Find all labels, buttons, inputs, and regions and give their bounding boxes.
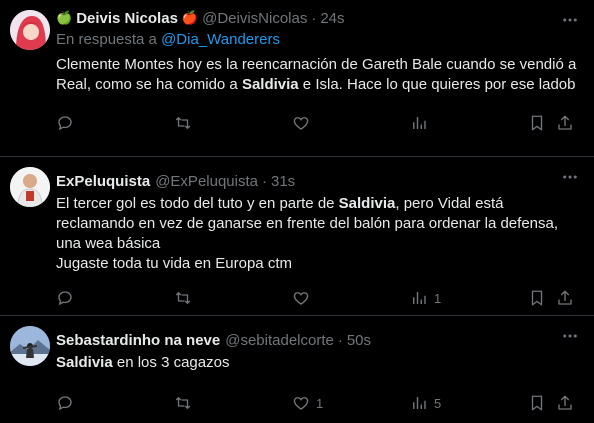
text-segment: en los 3 cagazos [112,354,230,371]
bookmark-button[interactable] [528,114,546,132]
name-suffix-emoji: 🍎 [181,10,199,25]
like-count: 1 [316,395,324,411]
user-handle[interactable]: @sebitadelcorte [225,332,334,349]
retweet-button[interactable] [174,114,198,132]
like-icon [292,114,310,132]
views-count: 5 [434,395,442,411]
user-name[interactable]: Sebastardinho na neve [56,332,220,349]
bookmark-button[interactable] [528,394,546,412]
avatar[interactable] [10,326,50,366]
name-prefix-emoji: 🍏 [56,10,73,25]
text-segment: Jugaste toda tu vida en Europa ctm [56,255,292,272]
retweet-icon [174,394,192,412]
share-icon [556,114,574,132]
views-icon [410,114,428,132]
highlighted-term: Saldivia [338,195,396,212]
reply-prefix: En respuesta a [56,31,157,48]
reply-to-link[interactable]: @Dia_Wanderers [161,31,280,48]
reply-button[interactable] [56,394,80,412]
more-icon[interactable] [560,10,580,30]
separator-dot: · [337,331,343,349]
tweet-header: ExPeluquista @ExPeluquista · 31s [56,171,578,191]
share-button[interactable] [556,289,574,307]
user-name[interactable]: ExPeluquista [56,173,150,190]
more-icon[interactable] [560,326,580,346]
share-icon [556,289,574,307]
action-bar: 1 5 [56,385,578,421]
tweet-text: El tercer gol es todo del tuto y en part… [56,194,578,274]
tweet-header: Sebastardinho na neve @sebitadelcorte · … [56,330,578,350]
share-button[interactable] [556,394,574,412]
more-icon[interactable] [560,167,580,187]
like-button[interactable] [292,114,316,132]
user-handle[interactable]: @DeivisNicolas [202,10,307,27]
reply-context: En respuesta a @Dia_Wanderers [56,31,578,48]
reply-icon [56,289,74,307]
retweet-button[interactable] [174,394,198,412]
bookmark-button[interactable] [528,289,546,307]
share-icon [556,394,574,412]
separator-dot: · [261,172,267,190]
views-icon [410,394,428,412]
tweet-text: Clemente Montes hoy es la reencarnación … [56,55,578,95]
separator-dot: · [311,9,317,27]
views-icon [410,289,428,307]
tweet-card[interactable]: 🍏 Deivis Nicolas 🍎 @DeivisNicolas · 24s … [0,0,594,157]
like-icon [292,289,310,307]
retweet-button[interactable] [174,289,198,307]
action-bar: 1 [56,280,578,316]
share-button[interactable] [556,114,574,132]
highlighted-term: Saldivia [241,76,299,93]
like-button[interactable]: 1 [292,394,323,412]
views-button[interactable]: 5 [410,394,441,412]
like-icon [292,394,310,412]
user-name[interactable]: Deivis Nicolas [76,10,178,27]
timestamp[interactable]: 31s [271,173,295,190]
reply-button[interactable] [56,114,80,132]
retweet-icon [174,114,192,132]
bookmark-icon [528,394,546,412]
avatar[interactable] [10,10,50,50]
highlighted-term: Saldivia [56,354,113,371]
text-segment: El tercer gol es todo del tuto y en part… [56,195,339,212]
timestamp[interactable]: 50s [347,332,371,349]
text-segment: e Isla. Hace lo que quieres por ese lado… [298,76,576,93]
tweet-header: 🍏 Deivis Nicolas 🍎 @DeivisNicolas · 24s [56,8,578,28]
like-button[interactable] [292,289,316,307]
tweet-card[interactable]: Sebastardinho na neve @sebitadelcorte · … [0,316,594,423]
action-bar [56,105,578,141]
tweet-text: Saldivia en los 3 cagazos [56,353,578,373]
views-button[interactable] [410,114,434,132]
bookmark-icon [528,114,546,132]
user-handle[interactable]: @ExPeluquista [155,173,258,190]
reply-icon [56,394,74,412]
avatar[interactable] [10,167,50,207]
tweet-card[interactable]: ExPeluquista @ExPeluquista · 31s El terc… [0,157,594,316]
timestamp[interactable]: 24s [320,10,344,27]
reply-icon [56,114,74,132]
reply-button[interactable] [56,289,80,307]
bookmark-icon [528,289,546,307]
views-button[interactable]: 1 [410,289,441,307]
views-count: 1 [434,290,442,306]
retweet-icon [174,289,192,307]
